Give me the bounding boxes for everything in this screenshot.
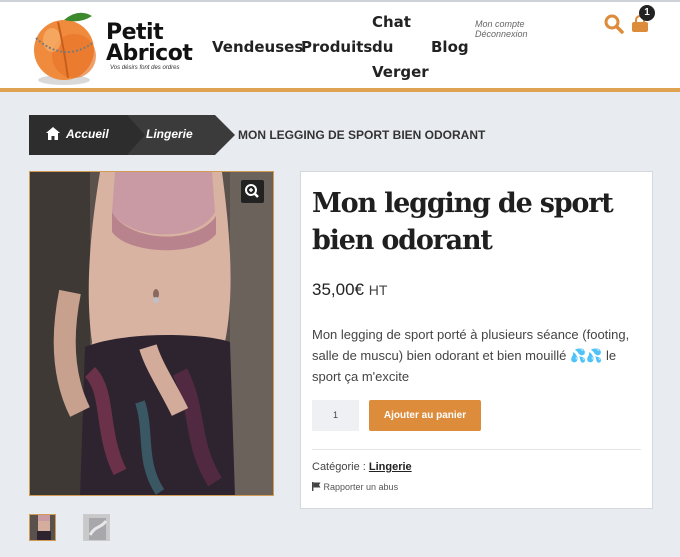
site-header: Petit Abricot Vos désirs font des ordres…: [0, 0, 680, 92]
product-description: Mon legging de sport porté à plusieurs s…: [312, 327, 630, 384]
peach-logo-icon: [34, 12, 96, 85]
breadcrumb-home-arrow: [127, 115, 145, 155]
price-amount: 35,00€: [312, 280, 364, 299]
tax-label: HT: [368, 282, 388, 298]
divider: [312, 449, 641, 450]
nav-vendeuses[interactable]: Vendeuses: [212, 35, 303, 60]
product-title: Mon legging de sport bien odorant: [312, 188, 614, 256]
zoom-icon: [245, 184, 259, 198]
product-thumbnail-2[interactable]: [83, 514, 110, 541]
nav-produits[interactable]: Produits: [301, 35, 372, 60]
breadcrumb-current: MON LEGGING DE SPORT BIEN ODORANT: [238, 128, 486, 142]
product-price: 35,00€ HT: [312, 280, 387, 300]
logo-word-2: Abricot: [106, 41, 193, 66]
breadcrumb-home-label[interactable]: Accueil: [66, 127, 109, 141]
site-logo[interactable]: Petit Abricot Vos désirs font des ordres: [28, 8, 198, 88]
home-icon: [46, 127, 60, 140]
zoom-button[interactable]: [241, 180, 264, 203]
product-thumbnail-1[interactable]: [29, 514, 56, 541]
account-links: Mon compte Déconnexion: [475, 19, 528, 39]
thumbnail-image: [30, 515, 55, 540]
flag-icon: [312, 482, 321, 491]
product-summary: Mon legging de sport bien odorant 35,00€…: [300, 171, 653, 509]
product-photo: [30, 172, 273, 495]
nav-blog[interactable]: Blog: [431, 35, 469, 60]
thumbnail-image: [84, 515, 109, 540]
category-link[interactable]: Lingerie: [369, 461, 412, 473]
add-to-cart-button[interactable]: Ajouter au panier: [369, 400, 481, 431]
breadcrumb-category-label[interactable]: Lingerie: [146, 127, 193, 141]
report-abuse-link[interactable]: Rapporter un abus: [312, 482, 398, 492]
cart-count-badge: 1: [639, 5, 655, 21]
category-label: Catégorie :: [312, 461, 366, 473]
my-account-link[interactable]: Mon compte: [475, 19, 528, 29]
product-main-image[interactable]: [29, 171, 274, 496]
nav-chat-du-verger[interactable]: Chat du Verger: [372, 10, 429, 85]
breadcrumb-category-arrow: [215, 115, 235, 155]
report-abuse-label[interactable]: Rapporter un abus: [324, 482, 399, 492]
logo-tagline: Vos désirs font des ordres: [110, 65, 180, 71]
product-category: Catégorie : Lingerie: [312, 461, 412, 473]
logout-link[interactable]: Déconnexion: [475, 29, 528, 39]
search-icon[interactable]: [604, 14, 624, 34]
quantity-input[interactable]: 1: [312, 400, 359, 431]
